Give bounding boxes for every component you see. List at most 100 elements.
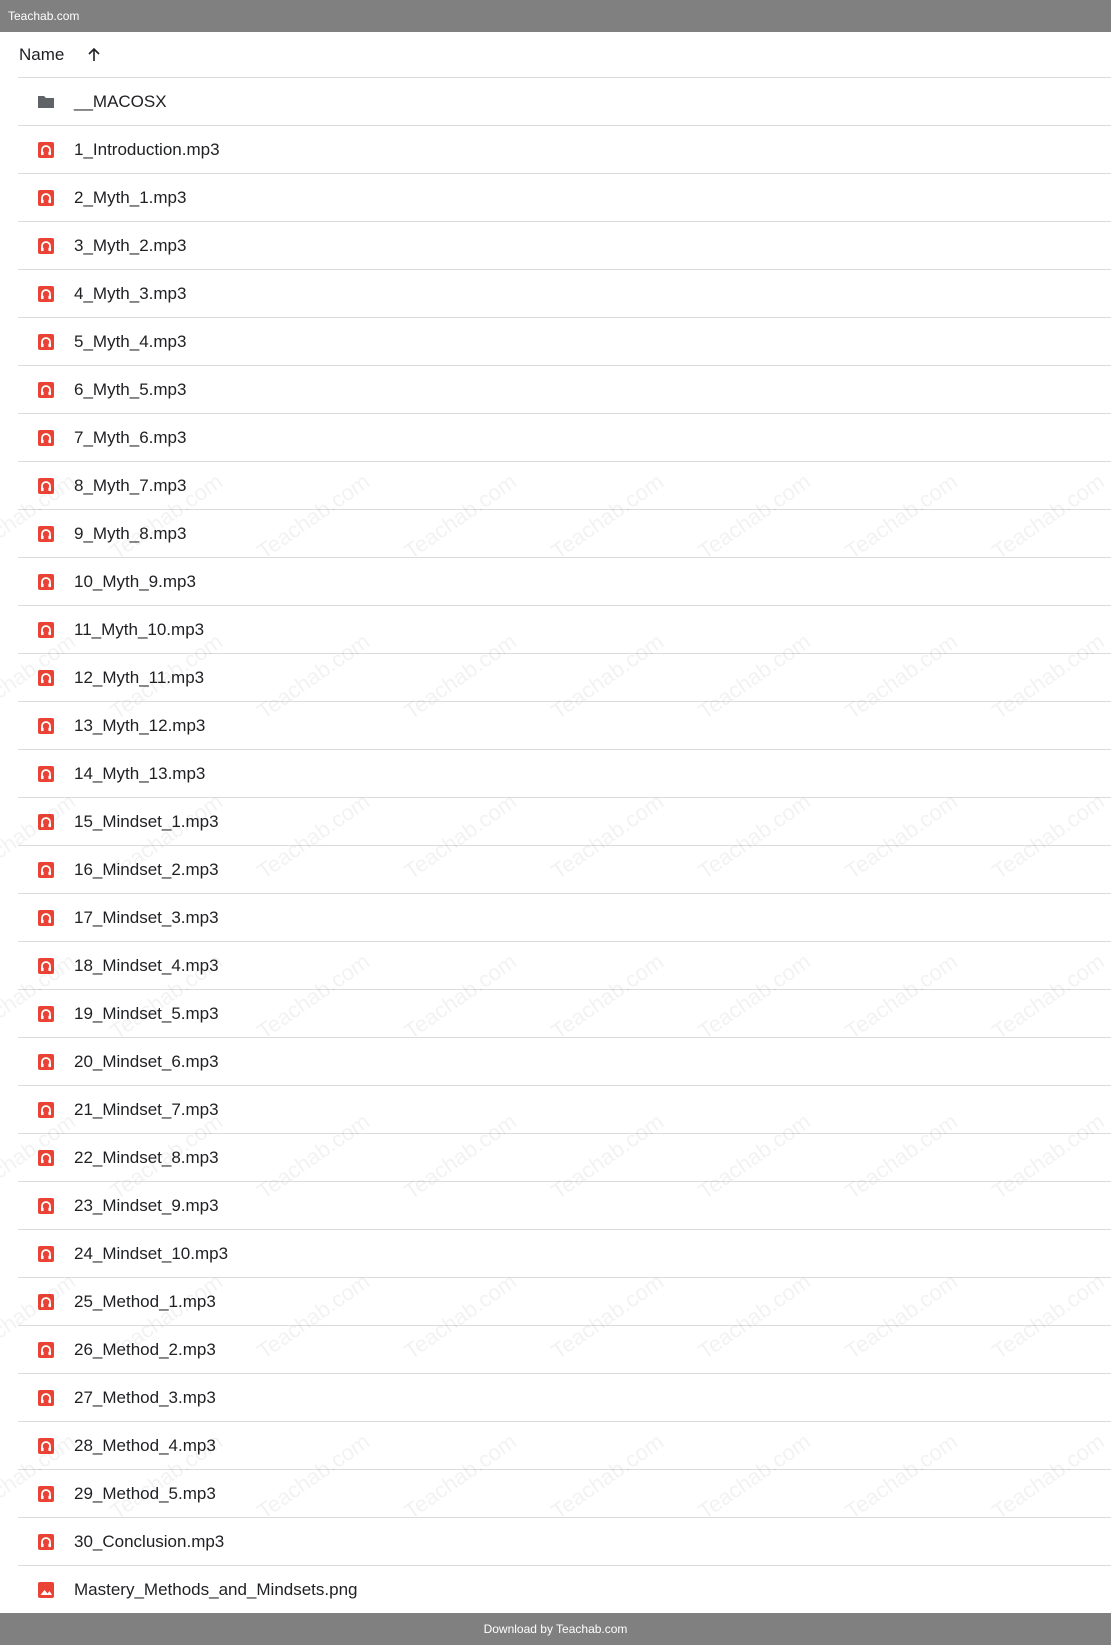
item-name: 13_Myth_12.mp3 (74, 715, 206, 735)
audio-file-icon (36, 572, 56, 592)
bottom-bar: Download by Teachab.com (0, 1613, 1111, 1645)
item-name: 23_Mindset_9.mp3 (74, 1195, 219, 1215)
item-name: __MACOSX (74, 91, 167, 111)
top-bar: Teachab.com (0, 0, 1111, 32)
audio-file-icon (36, 524, 56, 544)
audio-file-icon (36, 956, 56, 976)
item-name: 16_Mindset_2.mp3 (74, 859, 219, 879)
list-item[interactable]: 27_Method_3.mp3 (18, 1374, 1111, 1422)
list-item[interactable]: 13_Myth_12.mp3 (18, 702, 1111, 750)
list-item[interactable]: 1_Introduction.mp3 (18, 126, 1111, 174)
audio-file-icon (36, 1004, 56, 1024)
item-name: 6_Myth_5.mp3 (74, 379, 187, 399)
audio-file-icon (36, 764, 56, 784)
audio-file-icon (36, 716, 56, 736)
item-name: 21_Mindset_7.mp3 (74, 1099, 219, 1119)
list-item[interactable]: 5_Myth_4.mp3 (18, 318, 1111, 366)
list-item[interactable]: 15_Mindset_1.mp3 (18, 798, 1111, 846)
audio-file-icon (36, 1484, 56, 1504)
list-item[interactable]: 3_Myth_2.mp3 (18, 222, 1111, 270)
list-item[interactable]: 23_Mindset_9.mp3 (18, 1182, 1111, 1230)
item-name: 4_Myth_3.mp3 (74, 283, 187, 303)
list-item[interactable]: 12_Myth_11.mp3 (18, 654, 1111, 702)
list-item[interactable]: 8_Myth_7.mp3 (18, 462, 1111, 510)
item-name: 2_Myth_1.mp3 (74, 187, 187, 207)
item-name: 7_Myth_6.mp3 (74, 427, 187, 447)
item-name: 14_Myth_13.mp3 (74, 763, 206, 783)
audio-file-icon (36, 1196, 56, 1216)
item-name: 10_Myth_9.mp3 (74, 571, 196, 591)
item-name: 9_Myth_8.mp3 (74, 523, 187, 543)
item-name: 26_Method_2.mp3 (74, 1339, 216, 1359)
list-item[interactable]: 7_Myth_6.mp3 (18, 414, 1111, 462)
audio-file-icon (36, 428, 56, 448)
list-item[interactable]: 28_Method_4.mp3 (18, 1422, 1111, 1470)
file-list: Name __MACOSX 1_Introduction.mp3 2_Myth_1.… (18, 32, 1111, 1614)
list-item[interactable]: 9_Myth_8.mp3 (18, 510, 1111, 558)
audio-file-icon (36, 1436, 56, 1456)
audio-file-icon (36, 1340, 56, 1360)
item-name: 15_Mindset_1.mp3 (74, 811, 219, 831)
item-name: 25_Method_1.mp3 (74, 1291, 216, 1311)
item-name: 22_Mindset_8.mp3 (74, 1147, 219, 1167)
item-name: 20_Mindset_6.mp3 (74, 1051, 219, 1071)
item-name: 24_Mindset_10.mp3 (74, 1243, 229, 1263)
list-item[interactable]: 19_Mindset_5.mp3 (18, 990, 1111, 1038)
audio-file-icon (36, 620, 56, 640)
list-item[interactable]: 11_Myth_10.mp3 (18, 606, 1111, 654)
item-name: 18_Mindset_4.mp3 (74, 955, 219, 975)
audio-file-icon (36, 908, 56, 928)
list-item[interactable]: __MACOSX (18, 78, 1111, 126)
item-name: 29_Method_5.mp3 (74, 1483, 216, 1503)
list-item[interactable]: 24_Mindset_10.mp3 (18, 1230, 1111, 1278)
item-name: 11_Myth_10.mp3 (74, 619, 205, 639)
item-name: Mastery_Methods_and_Mindsets.png (74, 1579, 358, 1599)
audio-file-icon (36, 1052, 56, 1072)
list-header: Name (18, 32, 1111, 78)
audio-file-icon (36, 332, 56, 352)
list-item[interactable]: 26_Method_2.mp3 (18, 1326, 1111, 1374)
audio-file-icon (36, 236, 56, 256)
list-item[interactable]: 30_Conclusion.mp3 (18, 1518, 1111, 1566)
list-item[interactable]: Mastery_Methods_and_Mindsets.png (18, 1566, 1111, 1614)
list-item[interactable]: 16_Mindset_2.mp3 (18, 846, 1111, 894)
audio-file-icon (36, 380, 56, 400)
list-item[interactable]: 25_Method_1.mp3 (18, 1278, 1111, 1326)
image-file-icon (36, 1580, 56, 1600)
site-title: Teachab.com (8, 9, 80, 23)
item-name: 28_Method_4.mp3 (74, 1435, 216, 1455)
audio-file-icon (36, 476, 56, 496)
audio-file-icon (36, 1244, 56, 1264)
item-name: 17_Mindset_3.mp3 (74, 907, 219, 927)
list-item[interactable]: 2_Myth_1.mp3 (18, 174, 1111, 222)
list-item[interactable]: 29_Method_5.mp3 (18, 1470, 1111, 1518)
name-column-header[interactable]: Name (19, 45, 64, 65)
audio-file-icon (36, 668, 56, 688)
item-name: 1_Introduction.mp3 (74, 139, 220, 159)
audio-file-icon (36, 1148, 56, 1168)
sort-ascending-icon[interactable] (86, 47, 102, 63)
audio-file-icon (36, 140, 56, 160)
list-item[interactable]: 14_Myth_13.mp3 (18, 750, 1111, 798)
list-item[interactable]: 6_Myth_5.mp3 (18, 366, 1111, 414)
audio-file-icon (36, 1388, 56, 1408)
audio-file-icon (36, 860, 56, 880)
list-rows: __MACOSX 1_Introduction.mp3 2_Myth_1.mp3 3_… (18, 78, 1111, 1614)
list-item[interactable]: 10_Myth_9.mp3 (18, 558, 1111, 606)
audio-file-icon (36, 188, 56, 208)
audio-file-icon (36, 1532, 56, 1552)
item-name: 5_Myth_4.mp3 (74, 331, 187, 351)
list-item[interactable]: 18_Mindset_4.mp3 (18, 942, 1111, 990)
folder-icon (36, 92, 56, 112)
list-item[interactable]: 21_Mindset_7.mp3 (18, 1086, 1111, 1134)
audio-file-icon (36, 1100, 56, 1120)
list-item[interactable]: 20_Mindset_6.mp3 (18, 1038, 1111, 1086)
list-item[interactable]: 22_Mindset_8.mp3 (18, 1134, 1111, 1182)
list-item[interactable]: 17_Mindset_3.mp3 (18, 894, 1111, 942)
list-item[interactable]: 4_Myth_3.mp3 (18, 270, 1111, 318)
audio-file-icon (36, 284, 56, 304)
item-name: 30_Conclusion.mp3 (74, 1531, 225, 1551)
item-name: 8_Myth_7.mp3 (74, 475, 187, 495)
item-name: 3_Myth_2.mp3 (74, 235, 187, 255)
item-name: 12_Myth_11.mp3 (74, 667, 205, 687)
